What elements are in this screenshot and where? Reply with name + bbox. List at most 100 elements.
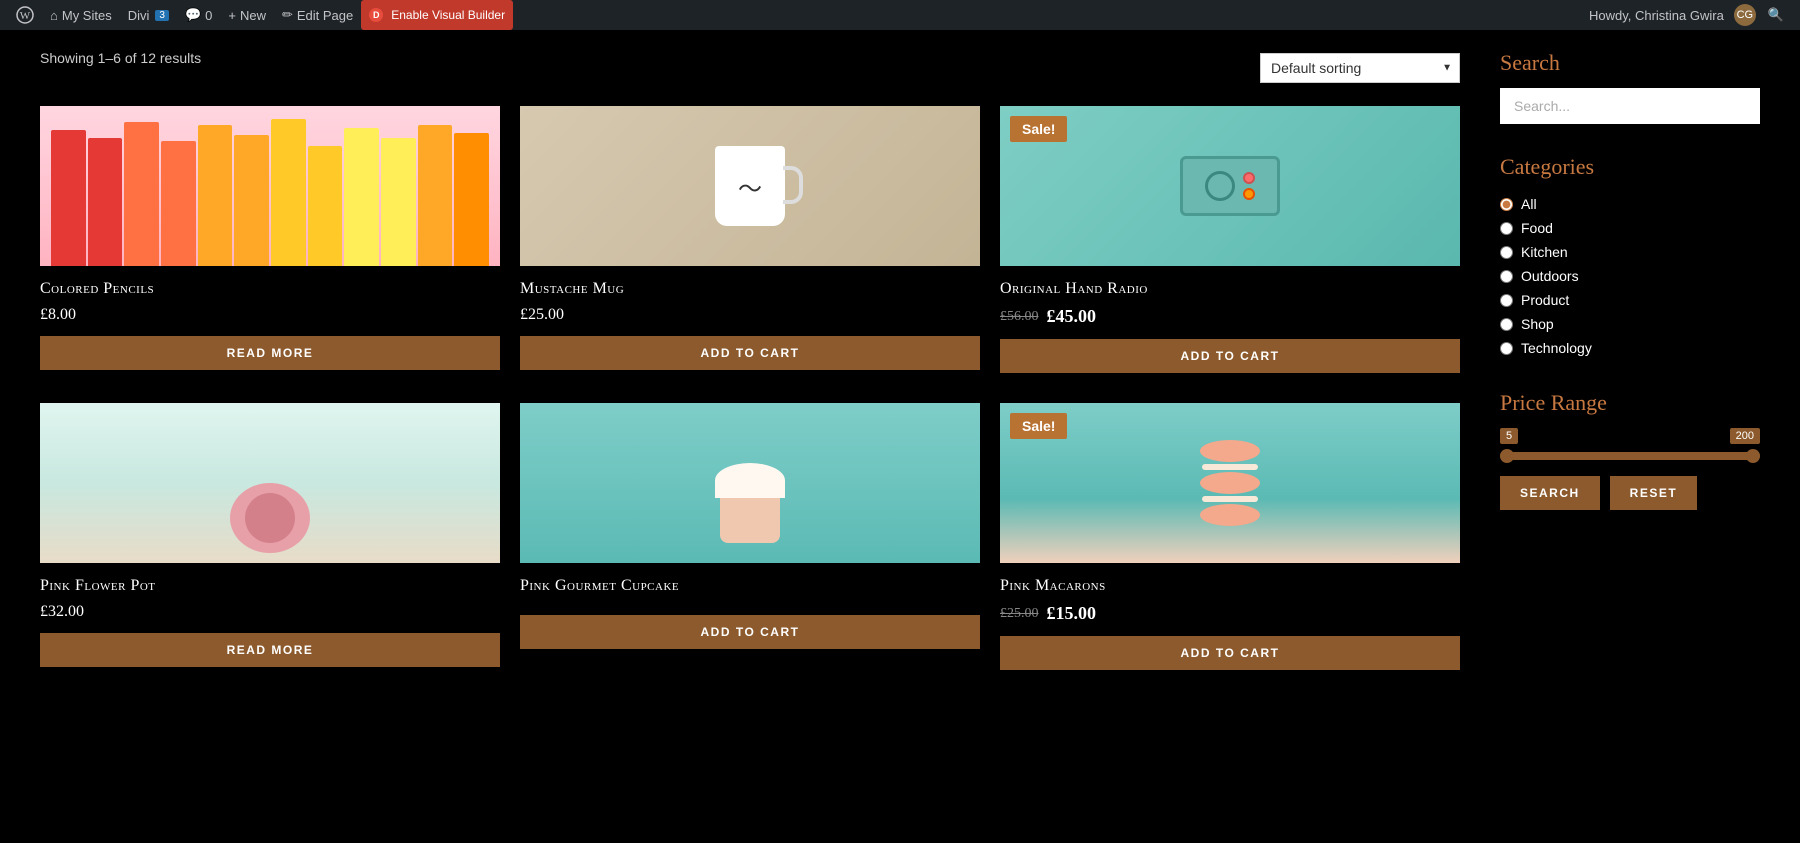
cupcake-frosting <box>715 463 785 498</box>
range-thumb-right[interactable] <box>1746 449 1760 463</box>
pencil <box>308 146 343 266</box>
svg-text:W: W <box>20 10 31 22</box>
sale-badge: Sale! <box>1010 116 1067 142</box>
price-min-badge: 5 <box>1500 428 1518 444</box>
product-price: £25.00 £15.00 <box>1000 603 1460 624</box>
pencil <box>418 125 453 266</box>
price-max-badge: 200 <box>1730 428 1760 444</box>
radio-image <box>1000 106 1460 266</box>
read-more-button[interactable]: READ MORE <box>40 336 500 370</box>
product-name: Pink Gourmet Cupcake <box>520 577 980 595</box>
sort-select[interactable]: Default sorting Sort by popularity Sort … <box>1260 53 1460 83</box>
pencil <box>344 128 379 266</box>
range-thumb-left[interactable] <box>1500 449 1514 463</box>
add-to-cart-button[interactable]: ADD TO CART <box>520 336 980 370</box>
product-image-cupcake <box>520 403 980 563</box>
search-input[interactable] <box>1500 88 1760 124</box>
sidebar-categories-section: Categories All Food Kitchen Outdoors <box>1500 154 1760 360</box>
add-to-cart-button[interactable]: ADD TO CART <box>520 615 980 649</box>
category-label-outdoors: Outdoors <box>1521 268 1579 284</box>
sidebar-search-title: Search <box>1500 50 1760 76</box>
pencil-icon: ✏ <box>282 7 293 23</box>
product-price: £25.00 <box>520 306 980 324</box>
product-name: Pink Macarons <box>1000 577 1460 595</box>
product-card: Sale! Original Hand Radio £56.00 £45.00 … <box>1000 106 1460 373</box>
radio-knob <box>1243 188 1255 200</box>
divi-label: Divi <box>128 8 150 23</box>
comments-menu[interactable]: 💬 0 <box>177 0 220 30</box>
product-card: Pink Flower Pot £32.00 READ MORE <box>40 403 500 670</box>
macaron <box>1200 472 1260 494</box>
price-old: £56.00 <box>1000 309 1039 325</box>
sidebar: Search Categories All Food Kitchen <box>1500 50 1760 670</box>
price-old: £25.00 <box>1000 606 1039 622</box>
category-radio-all[interactable] <box>1500 198 1513 211</box>
add-to-cart-button[interactable]: ADD TO CART <box>1000 339 1460 373</box>
category-label-food: Food <box>1521 220 1553 236</box>
category-radio-outdoors[interactable] <box>1500 270 1513 283</box>
category-label-product: Product <box>1521 292 1569 308</box>
pencil <box>51 130 86 266</box>
category-radio-kitchen[interactable] <box>1500 246 1513 259</box>
category-item-kitchen: Kitchen <box>1500 240 1760 264</box>
enable-visual-builder[interactable]: D Enable Visual Builder <box>361 0 513 30</box>
divi-circle-icon: D <box>369 8 383 22</box>
product-card: Pink Gourmet Cupcake ADD TO CART <box>520 403 980 670</box>
category-radio-product[interactable] <box>1500 294 1513 307</box>
product-image-macarons: Sale! <box>1000 403 1460 563</box>
macaron-stack <box>1200 440 1260 526</box>
macaron-cream <box>1202 496 1258 502</box>
price-reset-button[interactable]: RESET <box>1610 476 1698 510</box>
product-name: Original Hand Radio <box>1000 280 1460 298</box>
edit-page-menu[interactable]: ✏ Edit Page <box>274 0 361 30</box>
sidebar-categories-title: Categories <box>1500 154 1760 180</box>
macarons-image <box>1000 403 1460 563</box>
macaron <box>1200 504 1260 526</box>
macaron <box>1200 440 1260 462</box>
divi-menu[interactable]: Divi 3 <box>120 0 177 30</box>
category-radio-shop[interactable] <box>1500 318 1513 331</box>
divi-counter: 3 <box>155 10 169 21</box>
price-range-buttons: SEARCH RESET <box>1500 476 1760 510</box>
sale-badge: Sale! <box>1010 413 1067 439</box>
category-label-kitchen: Kitchen <box>1521 244 1568 260</box>
read-more-button[interactable]: READ MORE <box>40 633 500 667</box>
category-label-shop: Shop <box>1521 316 1554 332</box>
price-sale: £45.00 <box>1047 306 1097 327</box>
products-section: Showing 1–6 of 12 results Default sortin… <box>40 50 1460 670</box>
product-image-mustache-mug: 〜 <box>520 106 980 266</box>
admin-bar: W ⌂ My Sites Divi 3 💬 0 + New ✏ Edit Pag… <box>0 0 1800 30</box>
mustache-icon: 〜 <box>738 169 762 204</box>
product-card: Colored Pencils £8.00 READ MORE <box>40 106 500 373</box>
radio-speaker <box>1205 171 1235 201</box>
user-avatar[interactable]: CG <box>1734 4 1756 26</box>
sites-icon: ⌂ <box>50 8 58 23</box>
price-search-button[interactable]: SEARCH <box>1500 476 1600 510</box>
pencil <box>234 135 269 266</box>
product-image-flowerpot <box>40 403 500 563</box>
my-sites-menu[interactable]: ⌂ My Sites <box>42 0 120 30</box>
product-image-radio: Sale! <box>1000 106 1460 266</box>
sidebar-price-range-section: Price Range 5 200 SEARCH RESET <box>1500 390 1760 510</box>
category-label-technology: Technology <box>1521 340 1592 356</box>
radio-knob <box>1243 172 1255 184</box>
products-grid: Colored Pencils £8.00 READ MORE 〜 Mustac… <box>40 106 1460 670</box>
product-card: Sale! Pink Macarons £25.00 £15.00 ADD TO… <box>1000 403 1460 670</box>
wordpress-logo[interactable]: W <box>8 0 42 30</box>
price-value: £25.00 <box>520 306 564 324</box>
pencil <box>454 133 489 266</box>
range-slider-track <box>1500 452 1760 460</box>
admin-search-icon[interactable]: 🔍 <box>1760 7 1792 23</box>
category-item-outdoors: Outdoors <box>1500 264 1760 288</box>
product-price: £8.00 <box>40 306 500 324</box>
category-radio-food[interactable] <box>1500 222 1513 235</box>
category-item-shop: Shop <box>1500 312 1760 336</box>
pencil <box>271 119 306 266</box>
sorting-row: Showing 1–6 of 12 results Default sortin… <box>40 50 1460 86</box>
new-menu[interactable]: + New <box>220 0 274 30</box>
sidebar-price-title: Price Range <box>1500 390 1760 416</box>
add-to-cart-button[interactable]: ADD TO CART <box>1000 636 1460 670</box>
sidebar-search-section: Search <box>1500 50 1760 124</box>
category-radio-technology[interactable] <box>1500 342 1513 355</box>
sort-select-wrapper: Default sorting Sort by popularity Sort … <box>1260 53 1460 83</box>
